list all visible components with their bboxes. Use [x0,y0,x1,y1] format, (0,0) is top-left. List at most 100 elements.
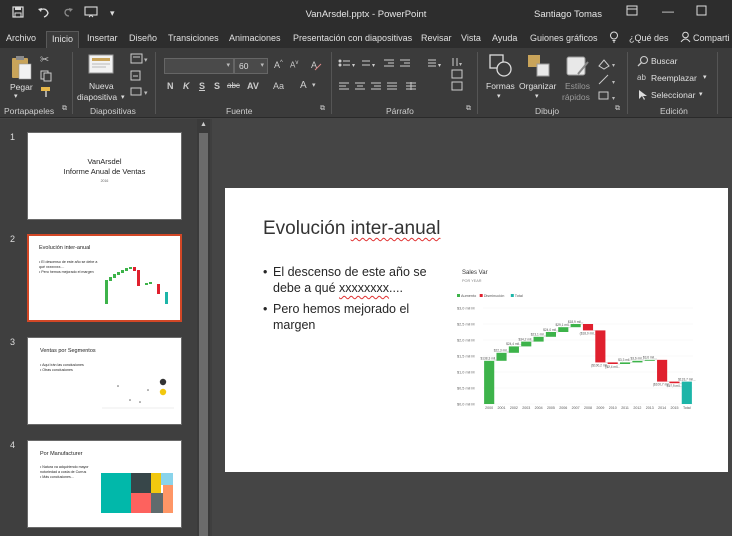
format-painter-icon[interactable] [40,86,52,100]
user-name[interactable]: Santiago Tomas [534,9,602,20]
new-slide-dropdown-icon[interactable]: ▾ [121,93,125,101]
shrink-font-icon[interactable]: Av [290,60,298,70]
bold-button[interactable]: N [167,81,174,91]
font-color-dropdown-icon[interactable]: ▾ [312,81,316,89]
clear-format-icon[interactable]: A [310,59,322,73]
waterfall-bar [595,330,606,363]
font-size-combo[interactable]: 60 ▾ [234,58,268,74]
arrange-icon[interactable] [527,54,551,80]
select-button[interactable]: Seleccionar [651,90,695,100]
shapes-label[interactable]: Formas [486,81,515,91]
slide-bullet-1[interactable]: • El descenso de este año se debe a qué … [263,264,453,296]
reset-icon[interactable] [130,70,142,84]
section-icon[interactable]: ▾ [130,86,150,100]
new-slide-label-1[interactable]: Nueva [89,81,114,91]
slide-thumbnail-3[interactable]: Ventas por Segmentos • Aquí irán las con… [27,337,182,425]
align-icons[interactable] [338,81,448,95]
spacing-button[interactable]: AV [247,81,259,91]
thumb-title: Ventas por Segmentos [40,348,96,354]
waterfall-bar [496,352,507,361]
quick-styles-label-1[interactable]: Estilos [565,81,590,91]
font-launcher-icon[interactable]: ⧉ [320,105,325,113]
tab-animaciones[interactable]: Animaciones [229,31,281,48]
title-bar: ▾ VanArsdel.pptx - PowerPoint Santiago T… [0,0,732,28]
lightbulb-icon[interactable] [609,31,619,45]
text-direction-icon[interactable]: ▾ [451,56,465,94]
minimize-icon[interactable]: — [662,4,674,18]
maximize-icon[interactable] [696,5,707,19]
tab-guiones[interactable]: Guiones gráficos [530,31,598,48]
tab-presentacion[interactable]: Presentación con diapositivas [293,31,412,48]
arrange-dropdown-icon[interactable]: ▾ [535,92,539,100]
shapes-dropdown-icon[interactable]: ▾ [497,92,501,100]
waterfall-chart[interactable]: Aumento Disminución Total $0,0 mil M $0,5 mi… [457,286,697,422]
bullets-icon[interactable]: ▾ ▾ ▾ [338,58,468,72]
tab-insertar[interactable]: Insertar [87,31,118,48]
shape-fill-icon[interactable]: ▾ ▾ ▾ [597,58,621,106]
layout-icon[interactable]: ▾ [130,53,150,67]
font-color-button[interactable]: A [300,80,307,91]
new-slide-icon[interactable] [88,53,114,77]
find-button[interactable]: Buscar [651,56,677,66]
quick-styles-icon[interactable] [566,54,590,80]
paste-dropdown-icon[interactable]: ▾ [14,92,18,100]
replace-icon[interactable]: ab [637,73,646,82]
slide-title[interactable]: Evolución inter-anual [263,218,440,240]
quick-styles-label-2[interactable]: rápidos [562,92,590,102]
tab-vista[interactable]: Vista [461,31,481,48]
ribbon-tabs: Archivo Inicio Insertar Diseño Transicio… [0,28,732,48]
tab-revisar[interactable]: Revisar [421,31,452,48]
data-label: $133,7 mil... [678,377,695,381]
replace-dropdown-icon[interactable]: ▾ [703,73,707,81]
tab-archivo[interactable]: Archivo [6,31,36,48]
paste-icon[interactable] [10,54,32,82]
search-icon[interactable] [637,55,649,69]
slide-thumbnail-2[interactable]: Evolución inter-anual • El descenso de e… [27,234,182,322]
grow-font-icon[interactable]: A^ [274,60,283,70]
copy-icon[interactable] [40,70,54,84]
tell-me-input[interactable]: ¿Qué des [629,33,669,43]
slide-thumbnail-4[interactable]: Por Manufacturer • Natura va adquiriendo… [27,440,182,528]
tab-ayuda[interactable]: Ayuda [492,31,517,48]
tab-inicio[interactable]: Inicio [46,31,80,48]
select-dropdown-icon[interactable]: ▾ [699,90,703,98]
slide-thumbnail-1[interactable]: VanArsdel Informe Anual de Ventas 2016 [27,132,182,220]
clipboard-launcher-icon[interactable]: ⧉ [62,105,67,113]
person-icon[interactable] [680,31,691,45]
tab-transiciones[interactable]: Transiciones [168,31,219,48]
waterfall-bar [570,324,581,328]
share-button[interactable]: Comparti [693,33,730,43]
svg-text:▾: ▾ [612,80,615,86]
thumb-number: 4 [10,440,16,450]
thumb-title: Evolución inter-anual [39,245,91,251]
y-tick-label: $2,0 mil M [457,338,475,342]
chart-title: Sales Var [462,270,488,276]
svg-text:▾: ▾ [352,63,355,69]
scroll-up-icon[interactable]: ▲ [200,121,207,128]
paragraph-launcher-icon[interactable]: ⧉ [466,105,471,113]
x-tick-label: 2005 [547,406,555,410]
data-label: $34,2 mil... [518,337,534,341]
slide-bullet-2[interactable]: • Pero hemos mejorado el margen [263,301,453,333]
tab-diseno[interactable]: Diseño [129,31,157,48]
x-tick-label: 2015 [670,406,678,410]
x-tick-label: 2011 [621,406,629,410]
font-name-combo[interactable]: ▾ [164,58,234,74]
replace-button[interactable]: Reemplazar [651,73,697,83]
scrollbar-thumb[interactable] [199,133,208,536]
arrange-label[interactable]: Organizar [519,81,556,91]
data-label: $3,6 mil... [643,356,657,360]
select-cursor-icon[interactable] [638,89,648,103]
paste-label[interactable]: Pegar [10,82,33,92]
drawing-launcher-icon[interactable]: ⧉ [615,105,620,113]
new-slide-label-2[interactable]: diapositiva [77,92,117,102]
strikethrough-button[interactable]: abc [227,81,240,90]
current-slide[interactable]: Evolución inter-anual • El descenso de e… [225,188,728,472]
ribbon-display-icon[interactable] [626,5,638,19]
cut-icon[interactable]: ✂ [40,53,49,66]
shapes-icon[interactable] [489,54,513,80]
change-case-button[interactable]: Aa [273,81,284,91]
underline-button[interactable]: S [199,81,205,91]
italic-button[interactable]: K [183,81,190,91]
shadow-button[interactable]: S [214,81,220,91]
